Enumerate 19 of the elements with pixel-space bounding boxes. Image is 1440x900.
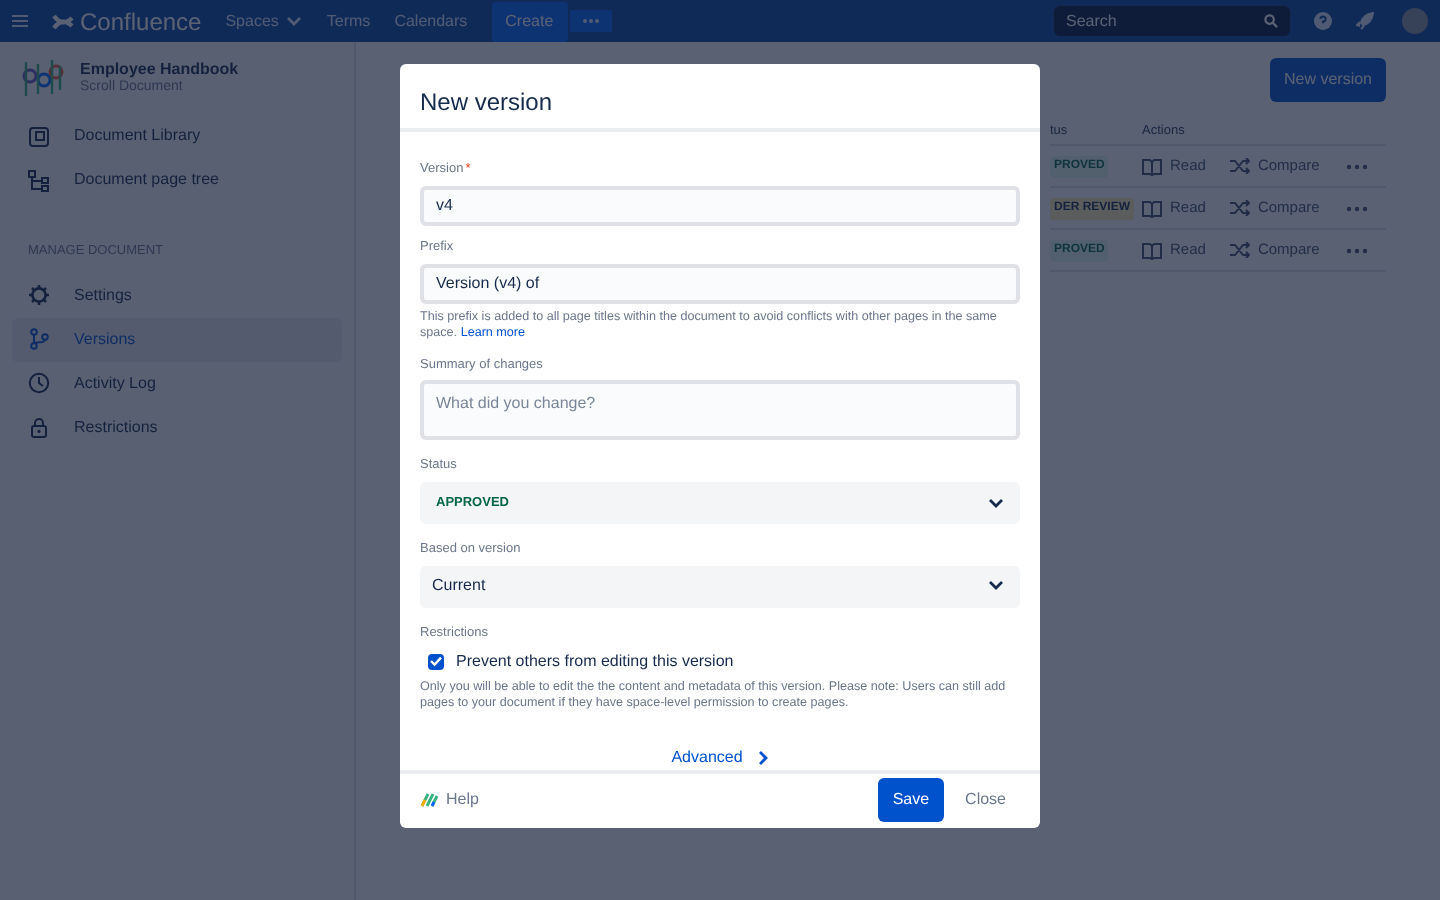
summary-field[interactable]: What did you change?: [420, 380, 1020, 441]
dialog-title: New version: [420, 88, 553, 116]
help-logo-icon: [420, 792, 438, 809]
prefix-field[interactable]: Version (v4) of: [420, 263, 1020, 303]
nav-link[interactable]: Calendars: [394, 9, 468, 33]
version-select[interactable]: Current: [420, 565, 1020, 608]
document-title: Employee Handbook: [80, 61, 239, 79]
close-button[interactable]: Close: [951, 778, 1020, 823]
advanced-link[interactable]: Advanced: [671, 745, 769, 769]
checkbox-label[interactable]: Prevent others from editing this version: [456, 649, 734, 673]
chevron-down-icon: [988, 580, 1004, 593]
help-link[interactable]: Help: [446, 788, 479, 813]
version-field[interactable]: v4: [420, 185, 1020, 226]
nav-link[interactable]: Terms: [326, 9, 371, 33]
product-name: Confluence: [80, 5, 202, 39]
save-button[interactable]: Save: [878, 778, 944, 823]
chevron-right-icon: [758, 749, 769, 765]
chevron-down-icon: [988, 497, 1004, 509]
checkbox[interactable]: [428, 653, 444, 669]
